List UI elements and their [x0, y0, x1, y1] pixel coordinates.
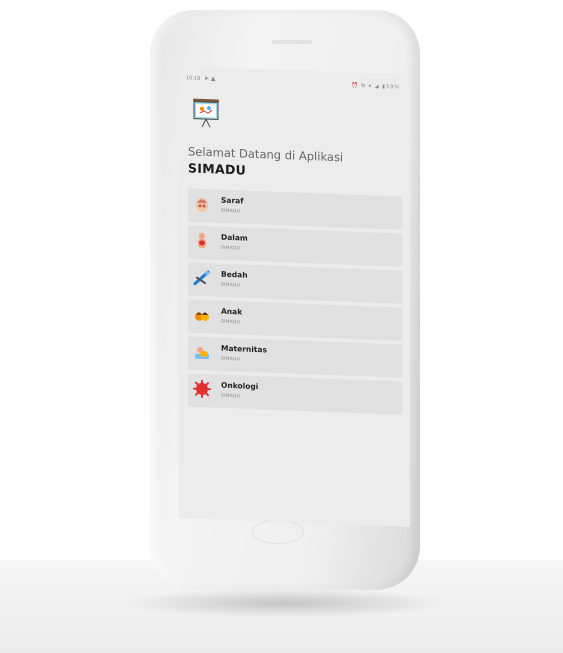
status-icons: ⏰ N ▾ ◢ ▮59%: [351, 82, 400, 91]
menu-item-title: Bedah: [221, 269, 248, 280]
menu-item-onkologi[interactable]: Onkologi SIMADU: [188, 373, 402, 414]
app-name: SIMADU: [188, 160, 247, 178]
menu-item-dalam[interactable]: Dalam SIMADU: [188, 225, 402, 266]
internal-organs-icon: [193, 232, 211, 251]
menu-item-bedah[interactable]: Bedah SIMADU: [188, 262, 402, 303]
menu-item-subtitle: SIMADU: [221, 208, 241, 215]
menu-item-saraf[interactable]: Saraf SIMADU: [188, 188, 402, 229]
app-logo-icon: [190, 96, 222, 129]
menu-item-subtitle: SIMADU: [221, 245, 241, 252]
oncology-cell-icon: [193, 379, 211, 399]
menu-item-subtitle: SIMADU: [221, 393, 241, 400]
home-button[interactable]: [252, 520, 304, 544]
menu-item-title: Anak: [221, 306, 243, 317]
menu-item-anak[interactable]: Anak SIMADU: [188, 299, 402, 340]
maternity-icon: [193, 343, 211, 362]
phone-shadow: [120, 588, 450, 618]
menu-item-maternitas[interactable]: Maternitas SIMADU: [188, 336, 402, 377]
navigation-arrow-icon: ➤ ▲: [204, 74, 216, 83]
menu-item-title: Onkologi: [221, 380, 259, 392]
brain-anatomy-icon: [193, 195, 211, 214]
surgery-tools-icon: [193, 269, 211, 288]
menu-item-subtitle: SIMADU: [221, 356, 241, 363]
children-icon: [193, 306, 211, 325]
menu-item-title: Maternitas: [221, 343, 267, 355]
status-time: 10:18: [186, 75, 201, 82]
menu-item-title: Saraf: [221, 195, 244, 206]
app-screen: 10:18 ➤ ▲ ⏰ N ▾ ◢ ▮59% Selamat Datang di…: [178, 66, 410, 527]
menu-item-subtitle: SIMADU: [221, 282, 241, 289]
phone-speaker: [272, 40, 312, 44]
menu-item-subtitle: SIMADU: [221, 319, 241, 326]
menu-item-title: Dalam: [221, 232, 248, 243]
category-menu: Saraf SIMADU Dalam SIMADU Bedah SIMADU A…: [188, 188, 402, 418]
